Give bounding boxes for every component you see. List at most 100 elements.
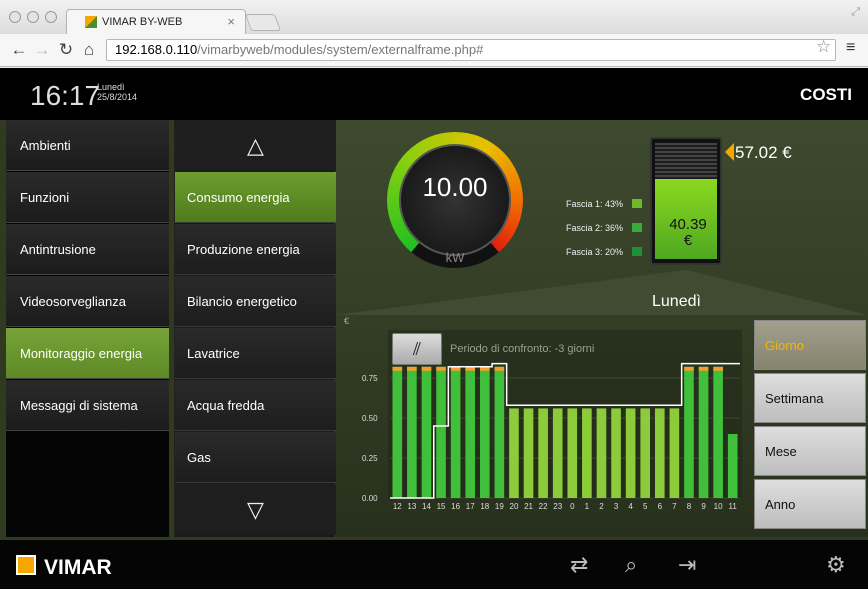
chart-bar [713,366,723,498]
chart-bar [596,408,607,498]
sidebar-item-messaggi-di-sistema[interactable]: Messaggi di sistema [6,380,169,431]
chart-bar [552,408,563,498]
chart-xtick-label: 17 [466,502,475,511]
fascia-1-label: Fascia 1: 43% [566,199,624,209]
clock-day: Lunedì [97,82,125,92]
chart-xtick-label: 7 [672,502,677,511]
chart-ytick-label: 0.00 [362,494,378,503]
page-title: COSTI [800,85,852,104]
fullscreen-icon[interactable]: ⤢ [851,6,860,19]
chart-xtick-label: 10 [714,502,723,511]
chart-bar [523,408,534,498]
scroll-up-button[interactable]: △ [175,120,336,171]
back-icon[interactable]: ← [10,40,28,60]
chart-xtick-label: 18 [480,502,489,511]
fascia-1-swatch [632,199,642,208]
period-mese-button[interactable]: Mese [754,426,866,476]
compare-period-label: Periodo di confronto: -3 giorni [450,343,595,355]
search-list-icon[interactable]: ⌕ [625,552,637,578]
sidebar-item-monitoraggio-energia[interactable]: Monitoraggio energia [6,328,169,379]
chart-bar-top [407,366,417,371]
address-bar[interactable]: 192.168.0.110/vimarbyweb/modules/system/… [106,39,836,61]
chart-xtick-label: 23 [553,502,562,511]
chart-xtick-label: 5 [643,502,648,511]
close-window-button[interactable] [9,11,21,23]
chart-bar [509,408,519,498]
minimize-window-button[interactable] [27,11,39,23]
chart-xtick-label: 20 [510,502,519,511]
sidebar-item-ambienti[interactable]: Ambienti [6,120,169,171]
chart-bar [625,408,636,498]
menu-icon[interactable]: ≡ [846,39,855,57]
chart-unit: € [344,316,350,326]
cost-current-currency: € [683,232,693,249]
sidebar-item-antintrusione[interactable]: Antintrusione [6,224,169,275]
fascia-2-label: Fascia 2: 36% [566,223,624,233]
submenu-item-lavatrice[interactable]: Lavatrice [175,328,336,379]
fascia-2-swatch [632,223,642,232]
tab-close-icon[interactable]: × [227,14,235,29]
chart-bar [538,408,548,498]
clock-date-value: 25/8/2014 [97,92,138,102]
cost-max-value: 57.02 € [735,143,792,162]
new-tab-button[interactable] [244,14,282,31]
gauge-value: 10.00 [422,172,488,202]
scroll-down-button[interactable]: ▽ [175,484,336,535]
submenu-item-gas[interactable]: Gas [175,432,336,483]
forward-icon[interactable]: → [33,40,51,60]
period-settimana-button[interactable]: Settimana [754,373,866,423]
chart-xtick-label: 16 [451,502,460,511]
bookmark-star-icon[interactable]: ☆ [816,37,831,57]
compare-toggle-button[interactable]: ⫽ [392,333,442,365]
chart-bar [479,366,490,498]
chart-ytick-label: 0.25 [362,454,378,463]
tab-title: VIMAR BY-WEB [102,16,183,28]
browser-titlebar: VIMAR BY-WEB × ⤢ [0,0,868,34]
chart-bar [684,366,694,498]
submenu-item-consumo-energia[interactable]: Consumo energia [175,172,336,223]
zoom-window-button[interactable] [45,11,57,23]
settings-gear-icon[interactable]: ⚙ [826,552,846,578]
chart-xtick-label: 21 [524,502,533,511]
chart-xtick-label: 3 [614,502,619,511]
chart-bar [640,408,651,498]
chart-bar-top [436,366,446,371]
submenu-item-produzione-energia[interactable]: Produzione energia [175,224,336,275]
chart-bar [494,366,505,498]
submenu-item-bilancio-energetico[interactable]: Bilancio energetico [175,276,336,327]
day-label: Lunedì [652,293,701,310]
max-cost-marker-icon [725,143,734,161]
chart-bar [654,408,665,498]
scenario-icon[interactable]: ⇄ [570,552,588,578]
clock-date: Lunedì 25/8/2014 [97,82,137,102]
chart-bar-top [494,366,505,371]
chart-bar [407,366,417,498]
chart-ytick-label: 0.50 [362,414,378,423]
chart-bar [436,366,446,498]
home-icon[interactable]: ⌂ [80,40,98,60]
period-giorno-button[interactable]: Giorno [754,320,866,370]
browser-toolbar: ← → ↻ ⌂ 192.168.0.110/vimarbyweb/modules… [0,34,868,67]
period-anno-button[interactable]: Anno [754,479,866,529]
reload-icon[interactable]: ↻ [57,40,75,60]
chart-bar [611,408,621,498]
cost-current-amount: 40.39 [669,216,707,233]
sidebar-item-videosorveglianza[interactable]: Videosorveglianza [6,276,169,327]
chart-ytick-label: 0.75 [362,374,378,383]
chart-bar [465,366,476,498]
chart-xtick-label: 0 [570,502,575,511]
chart-xtick-label: 6 [658,502,663,511]
chart-xtick-label: 9 [701,502,706,511]
sidebar-item-funzioni[interactable]: Funzioni [6,172,169,223]
chart-xtick-label: 4 [628,502,633,511]
browser-tab[interactable]: VIMAR BY-WEB × [66,9,246,34]
logout-icon[interactable]: ⇥ [678,552,696,578]
submenu-item-acqua-fredda[interactable]: Acqua fredda [175,380,336,431]
brand-name: VIMAR [44,556,112,579]
chart-xtick-label: 22 [539,502,548,511]
chart-xtick-label: 11 [729,502,738,511]
chart-bar [727,434,738,498]
chart-bar [450,366,461,498]
vimar-logo-icon [16,555,36,575]
cost-meter-empty [655,143,717,179]
